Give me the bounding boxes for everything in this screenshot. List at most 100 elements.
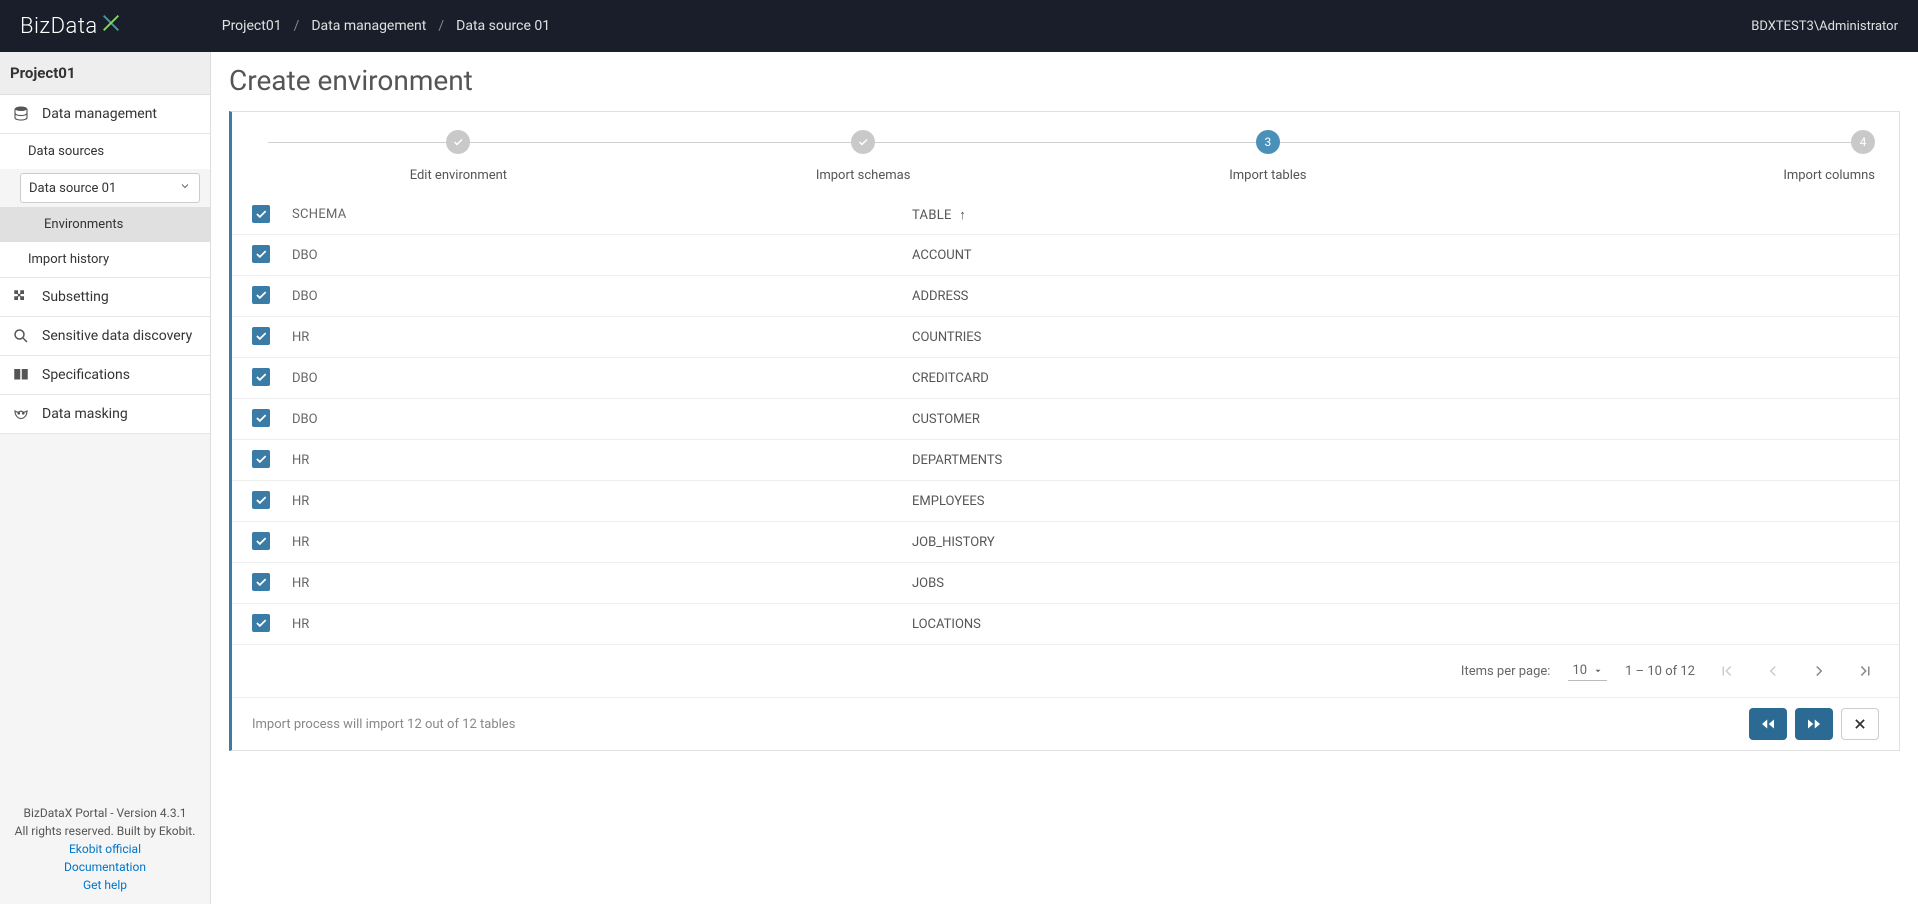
sidebar-footer: BizDataX Portal - Version 4.3.1 All righ… — [0, 794, 210, 904]
check-icon — [452, 136, 464, 148]
cell-table: ACCOUNT — [912, 248, 1879, 263]
row-checkbox[interactable] — [252, 368, 270, 386]
column-header-table[interactable]: TABLE ↑ — [912, 207, 1879, 223]
last-page-button[interactable] — [1851, 657, 1879, 685]
table-row: HRCOUNTRIES — [232, 317, 1899, 358]
cell-schema: HR — [292, 617, 912, 632]
column-header-schema[interactable]: SCHEMA — [292, 207, 912, 222]
check-icon — [254, 247, 268, 261]
sidebar-item-data-sources[interactable]: Data sources — [0, 134, 210, 169]
wizard-card: Edit environment Import schemas 3 Import… — [229, 111, 1900, 751]
page-range: 1 – 10 of 12 — [1625, 664, 1695, 679]
step-import-schemas[interactable]: Import schemas — [661, 130, 1066, 183]
cell-schema: HR — [292, 494, 912, 509]
stepper: Edit environment Import schemas 3 Import… — [232, 112, 1899, 195]
step-circle-done — [446, 130, 470, 154]
sidebar-item-sensitive-discovery[interactable]: Sensitive data discovery — [0, 317, 210, 356]
sidebar-item-import-history[interactable]: Import history — [0, 242, 210, 278]
check-icon — [254, 534, 268, 548]
column-header-table-label: TABLE — [912, 208, 952, 223]
footer-link-docs[interactable]: Documentation — [8, 858, 202, 876]
table-row: HRJOBS — [232, 563, 1899, 604]
row-checkbox[interactable] — [252, 245, 270, 263]
step-circle-pending: 4 — [1851, 130, 1875, 154]
chevron-down-icon — [179, 180, 191, 196]
forward-icon — [1805, 715, 1823, 733]
cell-table: DEPARTMENTS — [912, 453, 1879, 468]
user-label[interactable]: BDXTEST3\Administrator — [1751, 19, 1898, 34]
main: Create environment Edit environment Impo… — [211, 52, 1918, 904]
check-icon — [254, 329, 268, 343]
breadcrumb-sep: / — [438, 18, 444, 34]
sidebar-item-label: Specifications — [42, 367, 130, 383]
brand-logo[interactable]: BizData — [20, 12, 122, 40]
check-icon — [857, 136, 869, 148]
check-icon — [254, 616, 268, 630]
breadcrumb-item[interactable]: Project01 — [222, 18, 282, 34]
check-icon — [254, 288, 268, 302]
check-icon — [254, 370, 268, 384]
check-icon — [254, 411, 268, 425]
footer-link-ekobit[interactable]: Ekobit official — [8, 840, 202, 858]
step-label: Import columns — [1783, 168, 1875, 183]
table-row: DBOCUSTOMER — [232, 399, 1899, 440]
sidebar-item-data-management[interactable]: Data management — [0, 95, 210, 134]
row-checkbox[interactable] — [252, 532, 270, 550]
row-checkbox[interactable] — [252, 286, 270, 304]
breadcrumb-item[interactable]: Data source 01 — [456, 18, 550, 34]
select-all-checkbox[interactable] — [252, 205, 270, 223]
search-icon — [12, 327, 30, 345]
sidebar-item-subsetting[interactable]: Subsetting — [0, 278, 210, 317]
back-button[interactable] — [1749, 708, 1787, 740]
step-edit-environment[interactable]: Edit environment — [256, 130, 661, 183]
page-size-select[interactable]: 10 — [1568, 661, 1607, 681]
page-size-value: 10 — [1572, 663, 1587, 678]
database-icon — [12, 105, 30, 123]
step-import-tables[interactable]: 3 Import tables — [1066, 130, 1471, 183]
sidebar-item-label: Data management — [42, 106, 157, 122]
brand-x-icon — [100, 12, 122, 40]
sidebar: Project01 Data management Data sources D… — [0, 52, 211, 904]
sidebar-item-label: Environments — [44, 217, 123, 232]
row-checkbox[interactable] — [252, 327, 270, 345]
sidebar-item-label: Import history — [28, 252, 109, 267]
row-checkbox[interactable] — [252, 450, 270, 468]
row-checkbox[interactable] — [252, 573, 270, 591]
footer-link-help[interactable]: Get help — [8, 876, 202, 894]
step-label: Import schemas — [816, 168, 911, 183]
step-circle-active: 3 — [1256, 130, 1280, 154]
next-page-button[interactable] — [1805, 657, 1833, 685]
next-button[interactable] — [1795, 708, 1833, 740]
row-checkbox[interactable] — [252, 491, 270, 509]
footer-version: BizDataX Portal - Version 4.3.1 — [8, 804, 202, 822]
cell-schema: HR — [292, 535, 912, 550]
step-circle-done — [851, 130, 875, 154]
sidebar-item-data-masking[interactable]: Data masking — [0, 395, 210, 434]
first-page-button[interactable] — [1713, 657, 1741, 685]
cell-schema: HR — [292, 330, 912, 345]
cell-schema: DBO — [292, 248, 912, 263]
sort-asc-icon: ↑ — [959, 208, 966, 223]
sidebar-item-environments[interactable]: Environments — [0, 207, 210, 242]
cell-schema: HR — [292, 576, 912, 591]
rewind-icon — [1759, 715, 1777, 733]
sidebar-item-label: Data sources — [28, 144, 104, 159]
items-per-page-label: Items per page: — [1461, 664, 1551, 679]
table-header: SCHEMA TABLE ↑ — [232, 195, 1899, 235]
row-checkbox[interactable] — [252, 614, 270, 632]
row-checkbox[interactable] — [252, 409, 270, 427]
datasource-select[interactable]: Data source 01 — [20, 173, 200, 203]
tables-list: SCHEMA TABLE ↑ DBOACCOUNTDBOADDRESSHRCOU… — [232, 195, 1899, 645]
cell-schema: HR — [292, 453, 912, 468]
sidebar-item-specifications[interactable]: Specifications — [0, 356, 210, 395]
cancel-button[interactable] — [1841, 708, 1879, 740]
check-icon — [254, 493, 268, 507]
mask-icon — [12, 405, 30, 423]
breadcrumb-sep: / — [294, 18, 300, 34]
topbar: BizData Project01 / Data management / Da… — [0, 0, 1918, 52]
book-icon — [12, 366, 30, 384]
sidebar-item-label: Subsetting — [42, 289, 109, 305]
step-import-columns[interactable]: 4 Import columns — [1470, 130, 1875, 183]
breadcrumb-item[interactable]: Data management — [311, 18, 426, 34]
prev-page-button[interactable] — [1759, 657, 1787, 685]
